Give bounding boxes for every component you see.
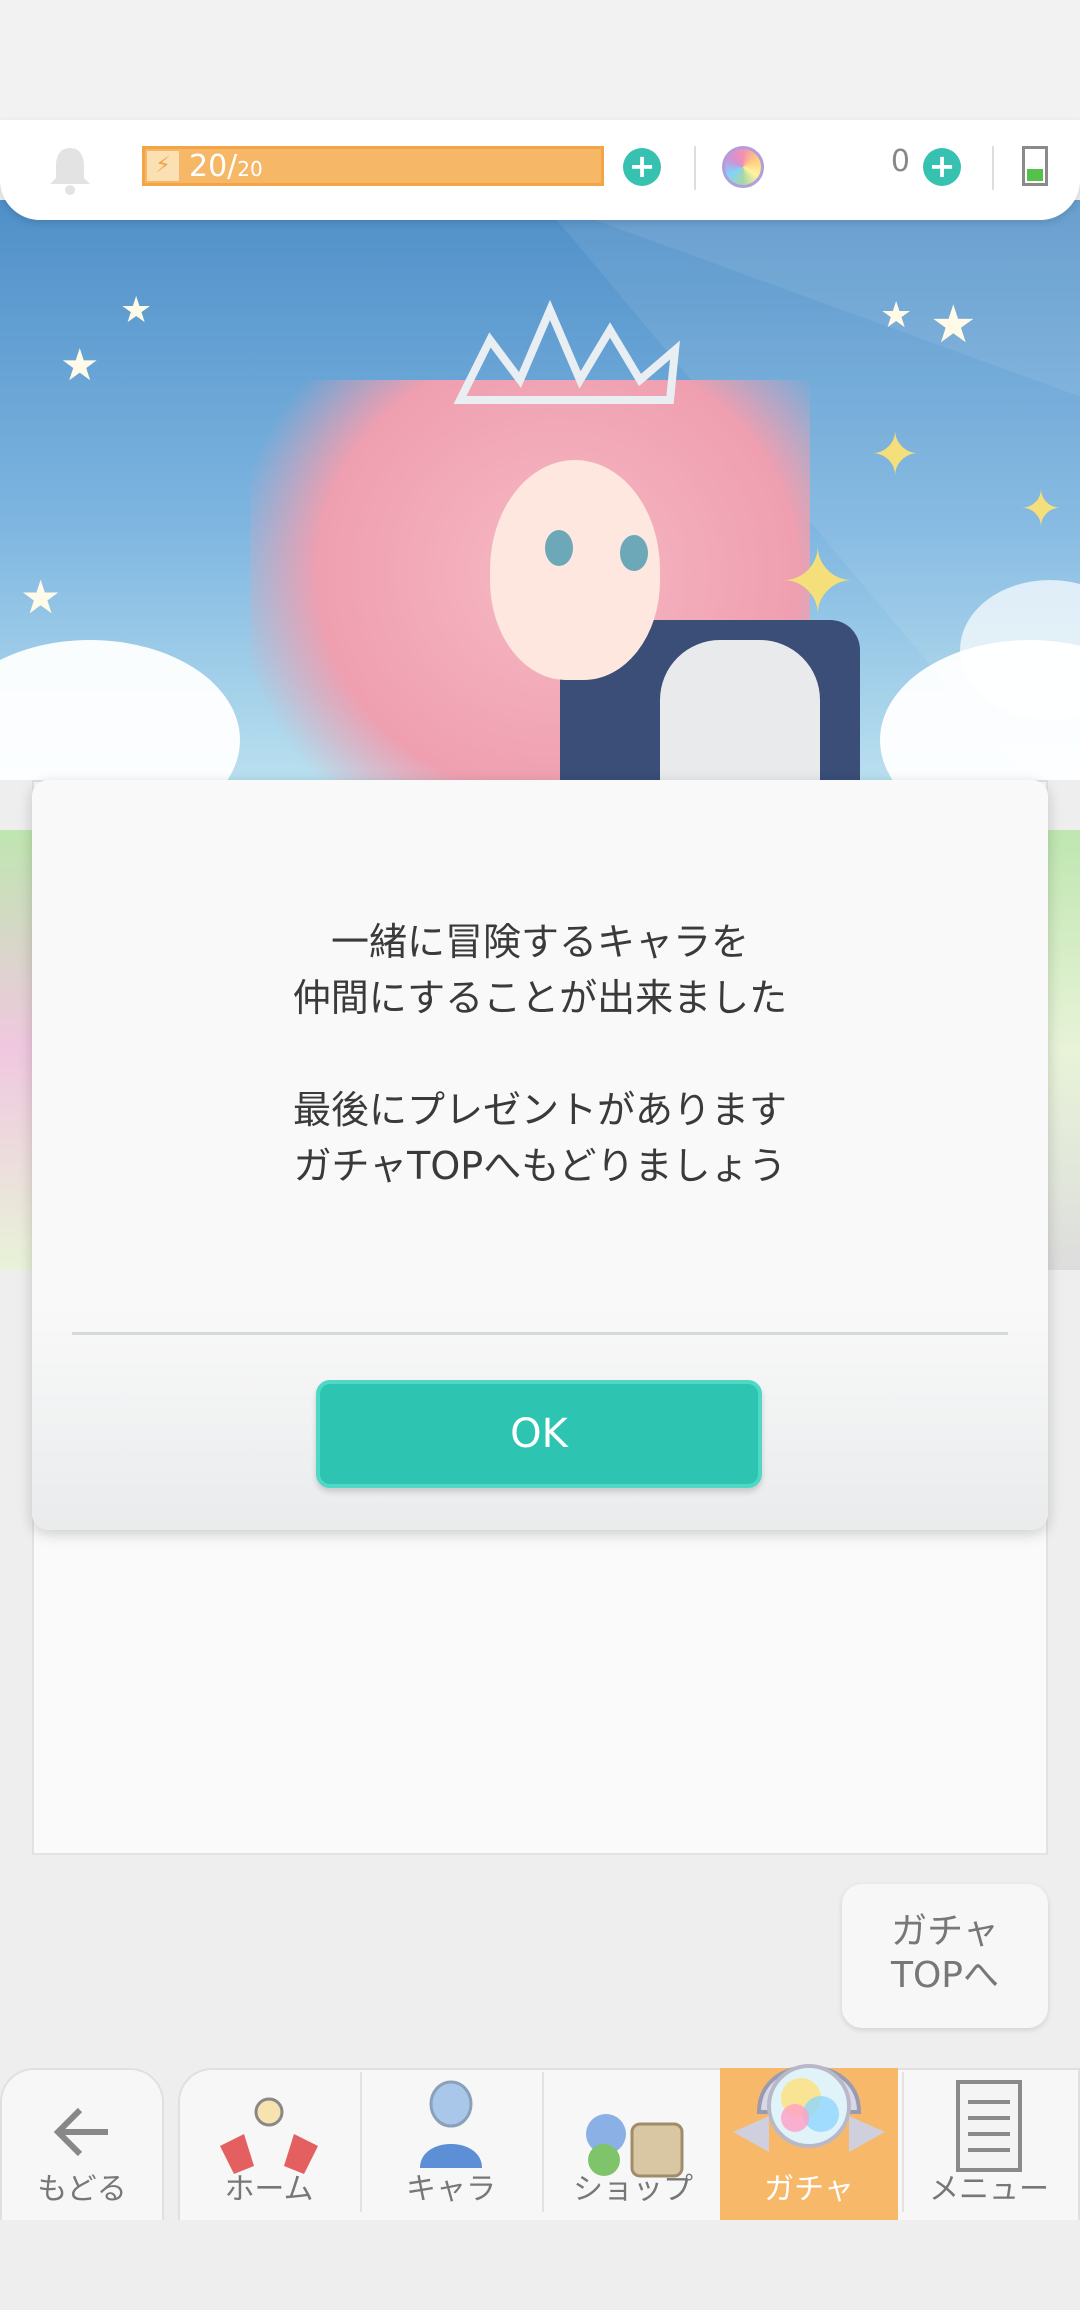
background-decoration <box>0 830 32 1270</box>
gem-count: 0 <box>890 144 910 179</box>
back-arrow-icon <box>53 2107 108 2157</box>
stamina-value: 20/20 <box>189 149 263 184</box>
background-decoration <box>1048 830 1080 1270</box>
character-illustration: ★ ★ ★ ★ ★ ✦ ✦ ✦ <box>0 200 1080 780</box>
gacha-top-label: ガチャ <box>891 1911 999 1952</box>
resource-bar: ⚡ 20/20 + 0 + <box>0 120 1080 220</box>
tiara <box>453 300 680 404</box>
message-dialog: 一緒に冒険するキャラを 仲間にすることが出来ました 最後にプレゼントがあります … <box>32 780 1048 1530</box>
nav-label: キャラ <box>406 2172 496 2207</box>
dialog-text-line: 仲間にすることが出来ました <box>292 976 788 1020</box>
dialog-text-line: ガチャTOPへもどりましょう <box>293 1144 787 1188</box>
add-stamina-button[interactable]: + <box>623 148 661 186</box>
gacha-top-label: TOPへ <box>890 1955 1000 1996</box>
rainbow-gem-icon <box>722 146 764 188</box>
nav-item-home[interactable]: ホーム <box>180 2068 358 2220</box>
system-nav-area <box>0 2220 1080 2310</box>
nav-item-menu[interactable]: メニュー <box>900 2068 1078 2220</box>
dialog-text-line: 最後にプレゼントがあります <box>292 1088 787 1132</box>
ok-button[interactable]: OK <box>316 1380 762 1488</box>
nav-item-shop[interactable]: ショップ <box>544 2068 722 2220</box>
bell-icon[interactable] <box>46 144 94 196</box>
add-gem-button[interactable]: + <box>923 148 961 186</box>
nav-item-gacha[interactable]: ガチャ <box>720 2064 898 2220</box>
stamina-bar: ⚡ 20/20 <box>142 146 604 186</box>
nav-label: ガチャ <box>764 2172 854 2207</box>
character-icon <box>420 2080 482 2168</box>
menu-list-icon <box>956 2080 1022 2172</box>
dialog-text-line: 一緒に冒険するキャラを <box>330 920 749 964</box>
nav-label: ホーム <box>224 2172 314 2207</box>
divider <box>694 146 696 190</box>
bolt-icon: ⚡ <box>147 151 179 181</box>
status-bar-area <box>0 0 1080 120</box>
nav-label: メニュー <box>929 2172 1049 2207</box>
dialog-divider <box>72 1332 1008 1335</box>
nav-label: ショップ <box>573 2172 693 2207</box>
gacha-top-button[interactable]: ガチャ TOPへ <box>842 1884 1048 2028</box>
back-label: もどる <box>37 2172 127 2207</box>
divider <box>992 146 994 190</box>
nav-item-character[interactable]: キャラ <box>362 2068 540 2220</box>
gacha-orb-icon <box>733 2064 885 2152</box>
battery-icon <box>1022 146 1048 186</box>
back-button[interactable]: もどる <box>0 2068 164 2220</box>
